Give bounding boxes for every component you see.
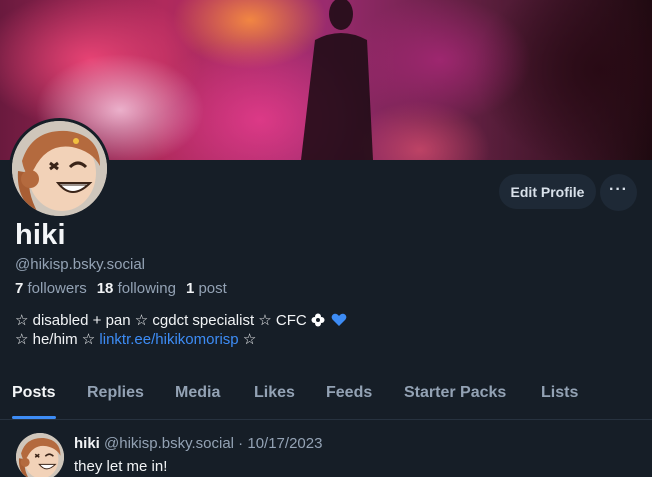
post-author-name[interactable]: hiki [74,435,100,452]
posts-label: post [198,280,227,297]
tab-replies[interactable]: Replies [87,384,144,402]
banner-silhouette [301,0,373,160]
bio-line-2-suffix: ☆ [242,331,257,348]
following-link[interactable]: 18 following [97,280,176,297]
profile-page: Edit Profile ··· hiki @hikisp.bsky.socia… [0,0,652,477]
profile-tabs: Posts Replies Media Likes Feeds Starter … [0,370,652,420]
post-separator: · [234,435,248,452]
posts-count: 1 [185,280,195,297]
followers-label: followers [27,280,87,297]
bio-line-2-prefix: ☆ he/him ☆ [15,331,100,348]
flower-icon [311,313,325,327]
posts-stat: 1 post [186,280,227,297]
post-date[interactable]: 10/17/2023 [247,435,322,452]
bio-line-1-text: ☆ disabled + pan ☆ cgdct specialist ☆ CF… [15,312,307,329]
bio-line-2: ☆ he/him ☆ linktr.ee/hikikomorisp ☆ [15,330,347,349]
tab-starter-packs[interactable]: Starter Packs [404,384,506,402]
following-count: 18 [96,280,114,297]
tab-feeds[interactable]: Feeds [326,384,372,402]
tab-lists[interactable]: Lists [541,384,578,402]
bio-link[interactable]: linktr.ee/hikikomorisp [99,331,238,348]
post-author-avatar[interactable] [16,433,64,477]
followers-link[interactable]: 7 followers [15,280,87,297]
tab-likes[interactable]: Likes [254,384,295,402]
followers-count: 7 [15,280,24,297]
active-tab-indicator [12,416,56,419]
ellipsis-icon: ··· [609,180,628,198]
profile-bio: ☆ disabled + pan ☆ cgdct specialist ☆ CF… [15,311,347,349]
tab-media[interactable]: Media [175,384,220,402]
post-header: hiki @hikisp.bsky.social · 10/17/2023 [74,435,322,452]
tab-posts[interactable]: Posts [12,384,56,402]
bio-line-1: ☆ disabled + pan ☆ cgdct specialist ☆ CF… [15,311,347,330]
more-options-button[interactable]: ··· [600,174,637,211]
display-name: hiki [15,219,66,251]
post-text[interactable]: they let me in! [74,458,167,475]
profile-stats: 7 followers 18 following 1 post [15,280,237,297]
profile-handle: @hikisp.bsky.social [15,256,145,273]
post-author-handle[interactable]: @hikisp.bsky.social [104,435,234,452]
edit-profile-button[interactable]: Edit Profile [499,174,596,209]
following-label: following [117,280,176,297]
profile-avatar[interactable] [9,118,110,219]
blue-heart-icon [331,313,347,326]
